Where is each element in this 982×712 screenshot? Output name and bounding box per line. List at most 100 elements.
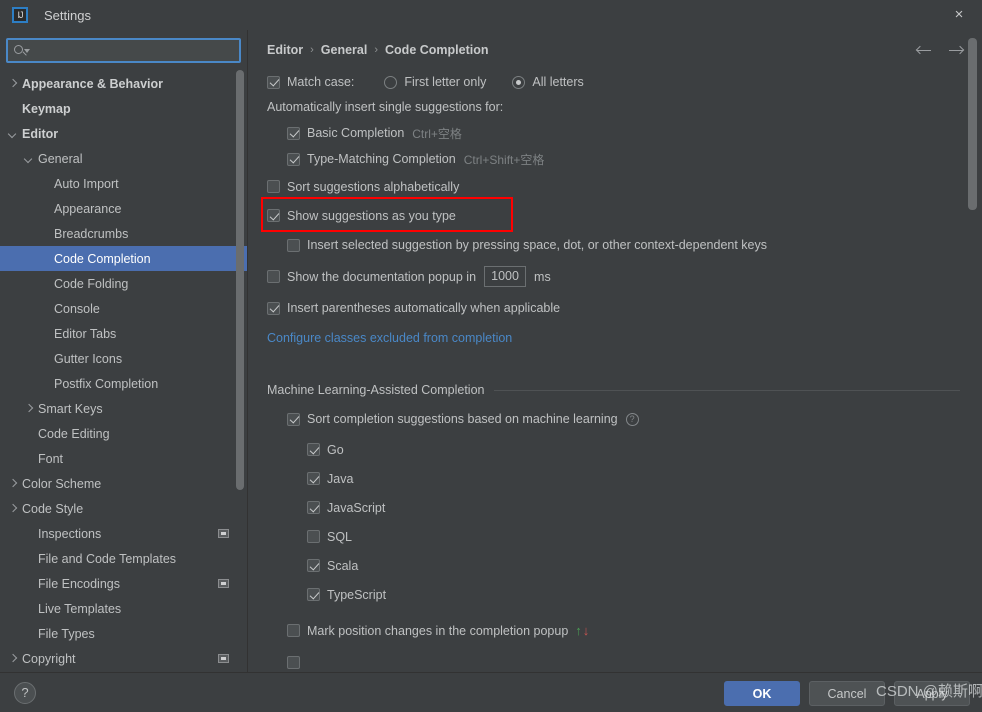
sidebar-item-smart-keys[interactable]: Smart Keys bbox=[0, 396, 247, 421]
ml-language-checkbox-java[interactable] bbox=[307, 472, 320, 485]
ml-language-label: SQL bbox=[327, 529, 353, 544]
sidebar-item-live-templates[interactable]: Live Templates bbox=[0, 596, 247, 621]
insert-parentheses-checkbox[interactable] bbox=[267, 301, 280, 315]
sidebar-item-inspections[interactable]: Inspections bbox=[0, 521, 247, 546]
ml-language-label: TypeScript bbox=[327, 587, 387, 602]
content-scrollbar-thumb[interactable] bbox=[968, 38, 977, 210]
mark-position-changes-row: Mark position changes in the completion … bbox=[287, 616, 982, 645]
breadcrumb-item-code-completion: Code Completion bbox=[385, 43, 489, 57]
configure-excluded-classes-link[interactable]: Configure classes excluded from completi… bbox=[267, 331, 512, 345]
match-case-row: Match case: First letter only All letter… bbox=[267, 70, 982, 94]
insert-selected-suggestion-checkbox[interactable] bbox=[287, 238, 300, 252]
sidebar-item-editor-tabs[interactable]: Editor Tabs bbox=[0, 321, 247, 346]
breadcrumb-item-editor[interactable]: Editor bbox=[267, 43, 303, 57]
intellij-logo-icon: IJ bbox=[12, 7, 28, 23]
chevron-right-icon[interactable] bbox=[8, 654, 17, 663]
chevron-down-icon[interactable] bbox=[8, 129, 17, 138]
sidebar-item-auto-import[interactable]: Auto Import bbox=[0, 171, 247, 196]
search-input[interactable] bbox=[32, 43, 233, 58]
documentation-popup-label: Show the documentation popup in bbox=[287, 269, 477, 284]
documentation-popup-delay-input[interactable]: 1000 bbox=[484, 266, 527, 287]
dialog-body: Appearance & Behavior Keymap Editor General… bbox=[0, 30, 982, 672]
sidebar-item-code-style[interactable]: Code Style bbox=[0, 496, 247, 521]
sidebar-item-appearance-behavior[interactable]: Appearance & Behavior bbox=[0, 71, 247, 96]
ok-button[interactable]: OK bbox=[724, 681, 800, 706]
project-scope-icon bbox=[218, 529, 229, 538]
sidebar-item-code-completion[interactable]: Code Completion bbox=[0, 246, 247, 271]
ml-language-checkbox-typescript[interactable] bbox=[307, 588, 320, 601]
sidebar-scrollbar-thumb[interactable] bbox=[236, 70, 244, 490]
ml-section-header: Machine Learning-Assisted Completion bbox=[267, 383, 960, 397]
sidebar-item-label: File and Code Templates bbox=[38, 551, 177, 566]
clipped-row bbox=[287, 650, 982, 672]
back-arrow-icon[interactable] bbox=[915, 44, 932, 58]
first-letter-only-radio[interactable] bbox=[384, 75, 398, 89]
chevron-right-icon[interactable] bbox=[8, 79, 17, 88]
sort-alphabetically-label: Sort suggestions alphabetically bbox=[287, 179, 460, 194]
ml-language-row: TypeScript bbox=[307, 580, 982, 609]
ml-language-checkbox-scala[interactable] bbox=[307, 559, 320, 572]
documentation-popup-checkbox[interactable] bbox=[267, 270, 280, 283]
sidebar-item-gutter-icons[interactable]: Gutter Icons bbox=[0, 346, 247, 371]
sidebar-item-console[interactable]: Console bbox=[0, 296, 247, 321]
sidebar-item-file-encodings[interactable]: File Encodings bbox=[0, 571, 247, 596]
sidebar-item-label: Live Templates bbox=[38, 601, 122, 616]
basic-completion-shortcut: Ctrl+空格 bbox=[412, 126, 462, 141]
sidebar-item-file-types[interactable]: File Types bbox=[0, 621, 247, 646]
sidebar-item-label: General bbox=[38, 151, 83, 166]
all-letters-radio[interactable] bbox=[512, 75, 526, 89]
breadcrumb-item-general[interactable]: General bbox=[321, 43, 368, 57]
close-icon[interactable]: × bbox=[950, 7, 968, 25]
navigation-arrows bbox=[915, 44, 965, 58]
sidebar-item-appearance[interactable]: Appearance bbox=[0, 196, 247, 221]
ml-language-checkbox-sql[interactable] bbox=[307, 530, 320, 543]
ml-language-row: Scala bbox=[307, 551, 982, 580]
breadcrumb: Editor › General › Code Completion bbox=[267, 43, 488, 57]
sidebar-item-code-editing[interactable]: Code Editing bbox=[0, 421, 247, 446]
chevron-right-icon[interactable] bbox=[8, 504, 17, 513]
basic-completion-label: Basic Completion bbox=[307, 126, 405, 140]
settings-tree: Appearance & Behavior Keymap Editor General… bbox=[0, 67, 247, 671]
sidebar-item-editor[interactable]: Editor bbox=[0, 121, 247, 146]
basic-completion-checkbox[interactable] bbox=[287, 126, 300, 140]
sidebar-item-label: Editor bbox=[22, 126, 59, 141]
help-button[interactable]: ? bbox=[14, 682, 36, 704]
sidebar-item-copyright[interactable]: Copyright bbox=[0, 646, 247, 671]
sidebar-item-color-scheme[interactable]: Color Scheme bbox=[0, 471, 247, 496]
sidebar-item-file-and-code-templates[interactable]: File and Code Templates bbox=[0, 546, 247, 571]
search-box[interactable] bbox=[6, 38, 241, 63]
sidebar-item-keymap[interactable]: Keymap bbox=[0, 96, 247, 121]
sort-alphabetically-checkbox[interactable] bbox=[267, 180, 280, 193]
chevron-right-icon[interactable] bbox=[8, 479, 17, 488]
ml-language-checkbox-javascript[interactable] bbox=[307, 501, 320, 514]
help-icon[interactable]: ? bbox=[625, 412, 639, 426]
title-bar: IJ Settings × bbox=[0, 0, 982, 30]
sidebar-item-breadcrumbs[interactable]: Breadcrumbs bbox=[0, 221, 247, 246]
sidebar-item-label: Code Style bbox=[22, 501, 84, 516]
chevron-right-icon[interactable] bbox=[24, 404, 33, 413]
sidebar-item-font[interactable]: Font bbox=[0, 446, 247, 471]
match-case-checkbox[interactable] bbox=[267, 75, 280, 89]
sidebar-item-general[interactable]: General bbox=[0, 146, 247, 171]
insert-parentheses-label: Insert parentheses automatically when ap… bbox=[287, 301, 561, 315]
sort-ml-checkbox[interactable] bbox=[287, 412, 300, 426]
clipped-checkbox[interactable] bbox=[287, 655, 300, 669]
mark-position-changes-checkbox[interactable] bbox=[287, 624, 300, 637]
ml-language-checkbox-go[interactable] bbox=[307, 443, 320, 456]
type-matching-completion-checkbox[interactable] bbox=[287, 152, 300, 166]
sidebar-item-code-folding[interactable]: Code Folding bbox=[0, 271, 247, 296]
ml-language-label: Scala bbox=[327, 558, 359, 573]
sidebar-item-label: Copyright bbox=[22, 651, 76, 666]
sidebar-item-postfix-completion[interactable]: Postfix Completion bbox=[0, 371, 247, 396]
settings-dialog: IJ Settings × Appearance & Behavior Keyma… bbox=[0, 0, 982, 712]
chevron-down-icon[interactable] bbox=[24, 154, 33, 163]
show-suggestions-as-you-type-checkbox[interactable] bbox=[267, 209, 280, 222]
apply-button[interactable]: Apply bbox=[894, 681, 970, 706]
forward-arrow-icon[interactable] bbox=[948, 44, 965, 58]
cancel-button[interactable]: Cancel bbox=[809, 681, 885, 706]
